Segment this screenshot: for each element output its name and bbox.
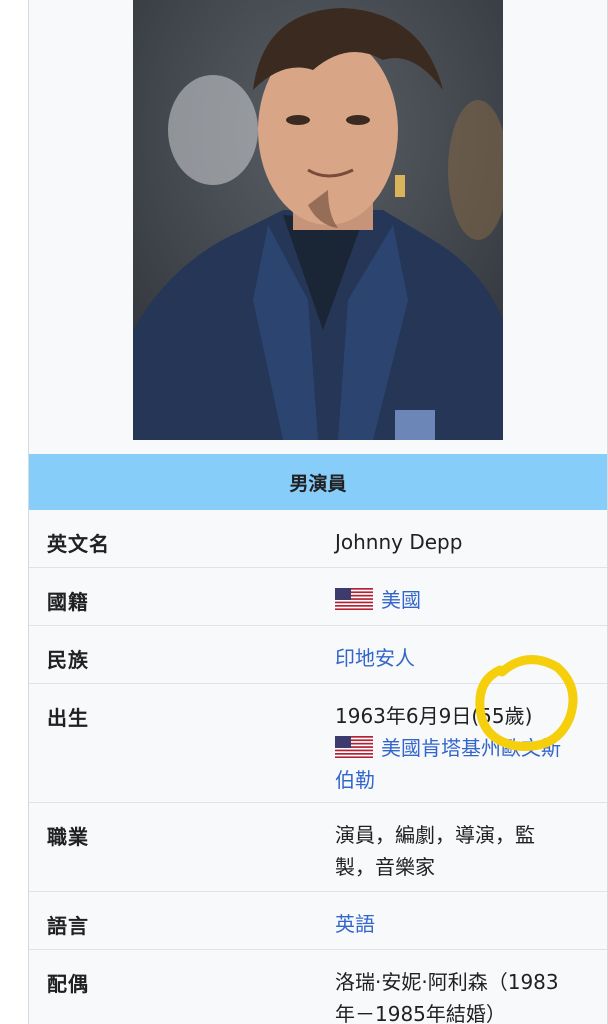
infobox-rows: 英文名 Johnny Depp 國籍 美國 民族 印地安人 出生 1963年6月… [29,510,607,1024]
birth-date-line: 1963年6月9日(55歲) [335,700,585,732]
ethnicity-link[interactable]: 印地安人 [335,646,415,670]
birth-place-link-cont[interactable]: 伯勒 [335,764,585,796]
row-language: 語言 英語 [29,891,607,949]
language-value: 英語 [335,908,585,940]
spouse-line-2: 年－1985年結婚） [335,1002,506,1024]
birth-age: (55歲) [471,704,533,728]
occupation-value: 演員，編劇，導演，監 製，音樂家 [335,819,585,883]
language-link[interactable]: 英語 [335,912,375,936]
row-label: 職業 [47,825,89,849]
birth-date: 1963年6月9日 [335,704,472,728]
occupation-line-2: 製，音樂家 [335,855,435,879]
birth-place-link[interactable]: 美國肯塔基州歐文斯 [381,736,561,760]
row-label: 英文名 [47,532,110,556]
infobox-header: 男演員 [29,454,607,510]
row-label: 民族 [47,648,89,672]
row-label: 出生 [47,706,89,730]
row-birth: 出生 1963年6月9日(55歲) 美國肯塔基州歐文斯 伯勒 [29,683,607,802]
birth-place-line: 美國肯塔基州歐文斯 [335,732,585,764]
ethnicity-value: 印地安人 [335,642,585,674]
row-english-name: 英文名 Johnny Depp [29,510,607,567]
us-flag-icon [335,736,373,758]
row-occupation: 職業 演員，編劇，導演，監 製，音樂家 [29,802,607,891]
nationality-value: 美國 [335,584,585,616]
row-nationality: 國籍 美國 [29,567,607,625]
row-spouse: 配偶 洛瑞·安妮·阿利森（1983 年－1985年結婚） [29,949,607,1024]
english-name-value: Johnny Depp [335,530,463,554]
occupation-line-1: 演員，編劇，導演，監 [335,823,535,847]
us-flag-icon [335,588,373,610]
row-ethnicity: 民族 印地安人 [29,625,607,683]
birth-value: 1963年6月9日(55歲) 美國肯塔基州歐文斯 伯勒 [335,700,585,796]
row-label: 國籍 [47,590,89,614]
spouse-line-1: 洛瑞·安妮·阿利森（1983 [335,970,559,994]
page: 男演員 英文名 Johnny Depp 國籍 美國 民族 印地安人 出生 196… [0,0,608,1024]
portrait-image[interactable] [133,0,503,440]
infobox: 男演員 英文名 Johnny Depp 國籍 美國 民族 印地安人 出生 196… [28,0,608,1024]
nationality-link[interactable]: 美國 [381,588,421,612]
row-label: 配偶 [47,972,89,996]
row-label: 語言 [47,914,89,938]
spouse-value: 洛瑞·安妮·阿利森（1983 年－1985年結婚） [335,966,585,1024]
